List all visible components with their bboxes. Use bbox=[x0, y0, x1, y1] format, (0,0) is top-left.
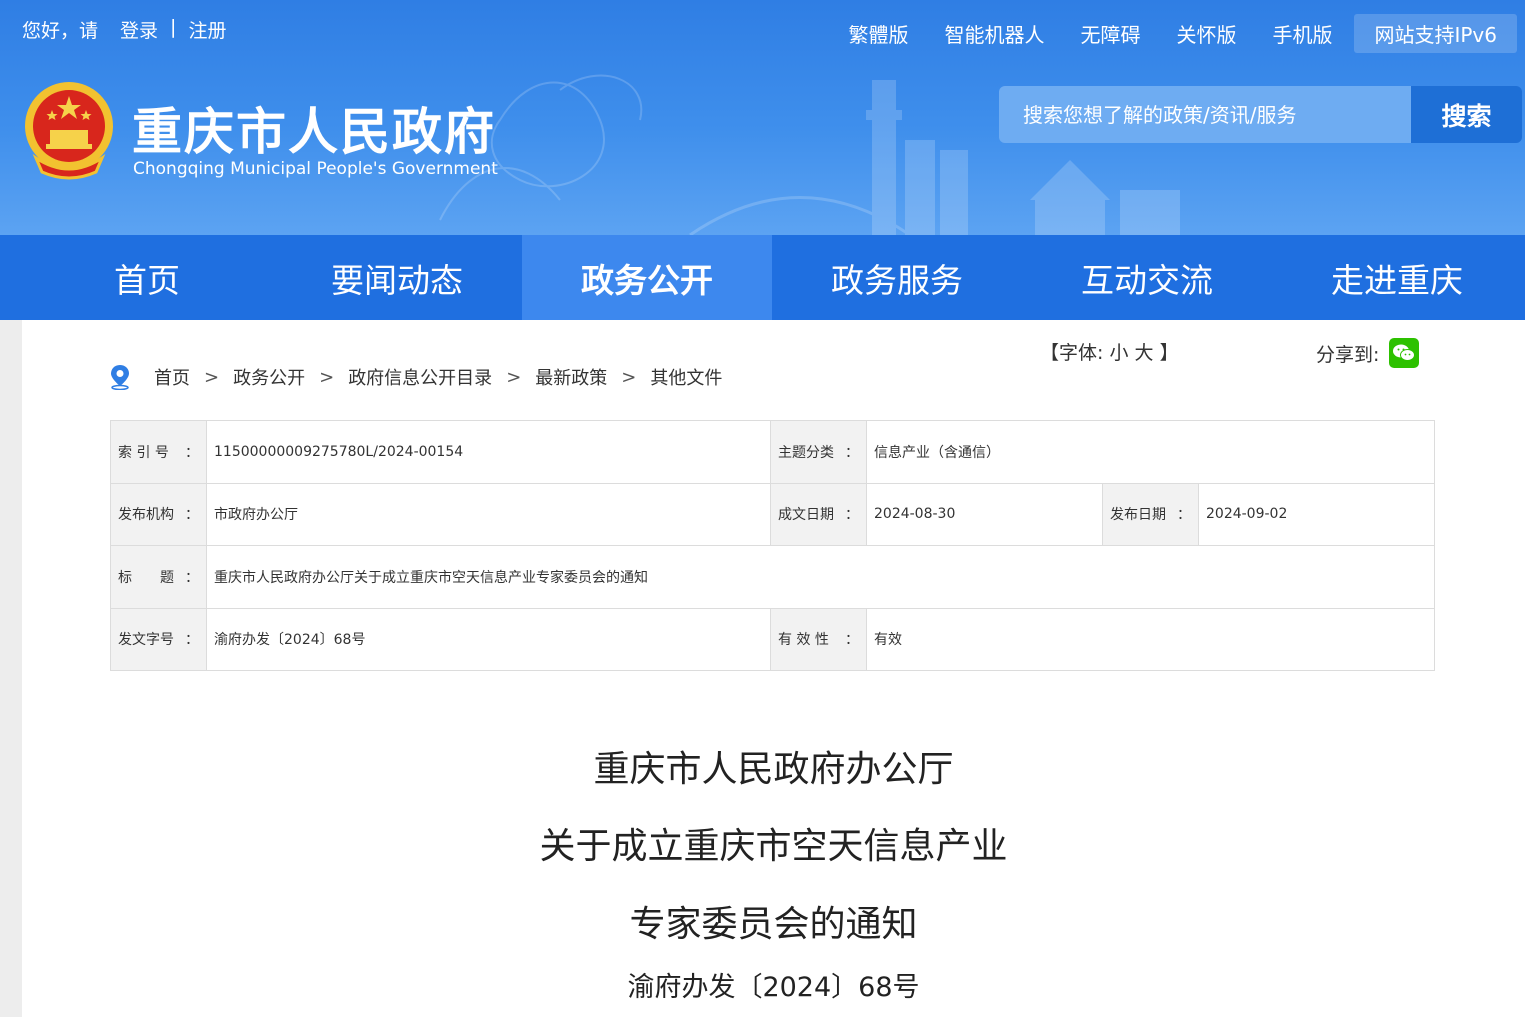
document-number: 渝府办发〔2024〕68号 bbox=[627, 972, 920, 1003]
document-title-line-2: 关于成立重庆市空天信息产业 bbox=[539, 826, 1008, 867]
written-date-label: 成文日期： bbox=[770, 482, 867, 546]
title-value: 重庆市人民政府办公厅关于成立重庆市空天信息产业专家委员会的通知 bbox=[206, 545, 1435, 609]
mobile-version-link[interactable]: 手机版 bbox=[1254, 15, 1350, 52]
doc-number-value: 渝府办发〔2024〕68号 bbox=[206, 607, 771, 671]
user-links: 您好，请 登录 | 注册 bbox=[22, 16, 226, 43]
breadcrumb-latest-policy[interactable]: 最新政策 bbox=[535, 364, 607, 390]
issuer-label: 发布机构： bbox=[110, 482, 207, 546]
validity-value: 有效 bbox=[866, 607, 1435, 671]
font-size-large[interactable]: 大 bbox=[1135, 342, 1154, 364]
table-row: 索 引 号： 11500000009275780L/2024-00154 主题分… bbox=[110, 420, 1435, 484]
topic-label: 主题分类： bbox=[770, 420, 867, 484]
search-input[interactable] bbox=[999, 86, 1411, 143]
top-utility-nav: 繁體版 智能机器人 无障碍 关怀版 手机版 网站支持IPv6 bbox=[830, 14, 1517, 53]
main-nav: 首页 要闻动态 政务公开 政务服务 互动交流 走进重庆 bbox=[0, 235, 1525, 320]
publish-date-label: 发布日期： bbox=[1102, 482, 1199, 546]
nav-tab-interaction[interactable]: 互动交流 bbox=[1022, 235, 1272, 320]
written-date-value: 2024-08-30 bbox=[866, 482, 1103, 546]
breadcrumb-separator-icon: > bbox=[621, 366, 637, 388]
login-separator: | bbox=[170, 16, 177, 38]
document-metadata-table: 索 引 号： 11500000009275780L/2024-00154 主题分… bbox=[110, 420, 1435, 671]
document-title-line-3: 专家委员会的通知 bbox=[629, 904, 918, 945]
nav-tab-home[interactable]: 首页 bbox=[0, 235, 272, 320]
breadcrumb-home[interactable]: 首页 bbox=[154, 364, 190, 390]
issuer-value: 市政府办公厅 bbox=[206, 482, 771, 546]
font-size-small[interactable]: 小 bbox=[1109, 342, 1128, 364]
doc-number-label: 发文字号： bbox=[110, 607, 207, 671]
site-subtitle: Chongqing Municipal People's Government bbox=[133, 159, 498, 179]
nav-tab-services[interactable]: 政务服务 bbox=[772, 235, 1022, 320]
table-row: 标 题： 重庆市人民政府办公厅关于成立重庆市空天信息产业专家委员会的通知 bbox=[110, 545, 1435, 609]
font-size-control: 【字体: 小 大 】 bbox=[1040, 338, 1179, 365]
site-title: 重庆市人民政府 bbox=[132, 103, 496, 161]
traditional-chinese-link[interactable]: 繁體版 bbox=[830, 15, 926, 52]
site-header: 您好，请 登录 | 注册 繁體版 智能机器人 无障碍 关怀版 手机版 网站支持I… bbox=[0, 0, 1525, 235]
smart-robot-link[interactable]: 智能机器人 bbox=[926, 15, 1062, 52]
breadcrumb-info-catalog[interactable]: 政府信息公开目录 bbox=[348, 364, 492, 390]
wechat-share-icon[interactable] bbox=[1389, 338, 1420, 368]
document-title-line-1: 重庆市人民政府办公厅 bbox=[593, 749, 954, 790]
breadcrumb-other-docs[interactable]: 其他文件 bbox=[650, 364, 722, 390]
breadcrumb-government-affairs[interactable]: 政务公开 bbox=[233, 364, 305, 390]
nav-tab-news[interactable]: 要闻动态 bbox=[272, 235, 522, 320]
search-bar: 搜索 bbox=[999, 86, 1522, 143]
greeting-text: 您好，请 bbox=[22, 20, 99, 42]
validity-label: 有 效 性： bbox=[770, 607, 867, 671]
font-size-suffix: 】 bbox=[1159, 342, 1179, 364]
table-row: 发布机构： 市政府办公厅 成文日期： 2024-08-30 发布日期： 2024… bbox=[110, 482, 1435, 546]
accessibility-link[interactable]: 无障碍 bbox=[1062, 15, 1158, 52]
nav-tab-government-affairs[interactable]: 政务公开 bbox=[522, 235, 772, 320]
index-value: 11500000009275780L/2024-00154 bbox=[206, 420, 771, 484]
breadcrumb-separator-icon: > bbox=[319, 366, 335, 388]
breadcrumb: 首页 > 政务公开 > 政府信息公开目录 > 最新政策 > 其他文件 bbox=[108, 364, 722, 390]
national-emblem-icon bbox=[25, 82, 113, 180]
table-row: 发文字号： 渝府办发〔2024〕68号 有 效 性： 有效 bbox=[110, 607, 1435, 671]
ipv6-support-badge: 网站支持IPv6 bbox=[1354, 14, 1517, 53]
nav-tab-about-chongqing[interactable]: 走进重庆 bbox=[1272, 235, 1522, 320]
search-button[interactable]: 搜索 bbox=[1411, 86, 1522, 143]
share-area: 分享到: bbox=[1316, 338, 1420, 368]
register-link[interactable]: 注册 bbox=[188, 16, 226, 43]
share-label: 分享到: bbox=[1316, 343, 1380, 366]
topic-value: 信息产业（含通信） bbox=[866, 420, 1435, 484]
care-version-link[interactable]: 关怀版 bbox=[1158, 15, 1254, 52]
breadcrumb-separator-icon: > bbox=[204, 366, 220, 388]
location-pin-icon bbox=[111, 365, 129, 390]
title-label: 标 题： bbox=[110, 545, 207, 609]
font-size-prefix: 【字体: bbox=[1040, 342, 1104, 364]
index-label: 索 引 号： bbox=[110, 420, 207, 484]
login-link[interactable]: 登录 bbox=[120, 16, 158, 43]
publish-date-value: 2024-09-02 bbox=[1198, 482, 1435, 546]
breadcrumb-separator-icon: > bbox=[506, 366, 522, 388]
